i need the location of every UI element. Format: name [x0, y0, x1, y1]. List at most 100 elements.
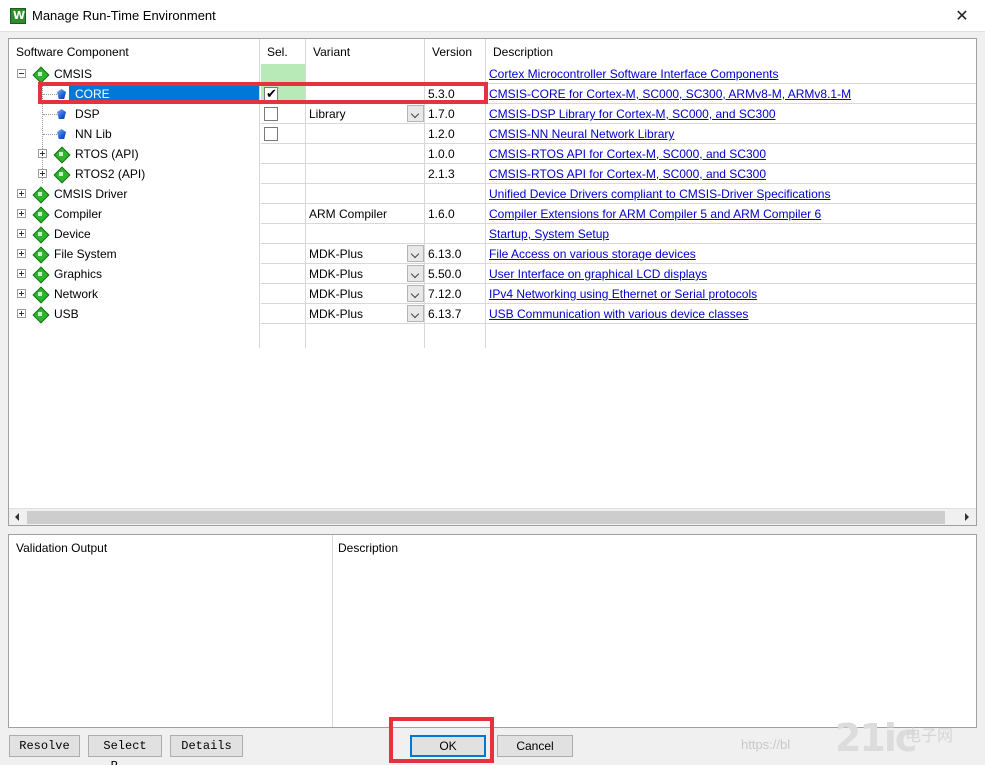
component-name: RTOS (API) — [75, 147, 139, 161]
expand-icon[interactable] — [17, 289, 26, 298]
ok-button[interactable]: OK — [410, 735, 486, 757]
green-diamond-icon — [33, 207, 47, 221]
description-link[interactable]: File Access on various storage devices — [489, 247, 696, 261]
scroll-left-icon[interactable] — [9, 509, 26, 525]
description-link[interactable]: CMSIS-RTOS API for Cortex-M, SC000, and … — [489, 147, 766, 161]
description-cell[interactable]: IPv4 Networking using Ethernet or Serial… — [486, 284, 976, 304]
description-cell[interactable]: Cortex Microcontroller Software Interfac… — [486, 64, 976, 84]
variant-dropdown[interactable]: MDK-Plus — [306, 264, 424, 284]
tree-row-rtos2-api[interactable]: RTOS2 (API) 2.1.3 CMSIS-RTOS API for Cor… — [9, 164, 976, 184]
close-button[interactable]: ✕ — [939, 0, 985, 32]
column-header-variant[interactable]: Variant — [306, 39, 424, 63]
tree-row-dsp[interactable]: DSP Library 1.7.0 CMSIS-DSP Library for … — [9, 104, 976, 124]
variant-value: MDK-Plus — [309, 287, 364, 301]
sel-cell — [261, 284, 305, 304]
description-cell[interactable]: Compiler Extensions for ARM Compiler 5 a… — [486, 204, 976, 224]
version-cell: 2.1.3 — [425, 164, 485, 184]
variant-dropdown[interactable]: MDK-Plus — [306, 304, 424, 324]
sel-cell — [261, 184, 305, 204]
tree-row-network[interactable]: Network MDK-Plus 7.12.0 IPv4 Networking … — [9, 284, 976, 304]
resolve-button[interactable]: Resolve — [9, 735, 80, 757]
expand-icon[interactable] — [38, 149, 47, 158]
variant-dropdown[interactable]: MDK-Plus — [306, 284, 424, 304]
description-link[interactable]: USB Communication with various device cl… — [489, 307, 748, 321]
description-cell[interactable]: CMSIS-NN Neural Network Library — [486, 124, 976, 144]
description-link[interactable]: CMSIS-CORE for Cortex-M, SC000, SC300, A… — [489, 87, 851, 101]
collapse-icon[interactable] — [17, 69, 26, 78]
tree-row-file-system[interactable]: File System MDK-Plus 6.13.0 File Access … — [9, 244, 976, 264]
component-name: USB — [54, 307, 79, 321]
tree-row-usb[interactable]: USB MDK-Plus 6.13.7 USB Communication wi… — [9, 304, 976, 324]
select-checkbox[interactable] — [264, 107, 278, 121]
sel-cell[interactable] — [261, 84, 305, 104]
scroll-right-icon[interactable] — [959, 509, 976, 525]
sel-cell — [261, 224, 305, 244]
horizontal-scrollbar[interactable] — [9, 508, 976, 525]
description-link[interactable]: CMSIS-NN Neural Network Library — [489, 127, 674, 141]
column-header-sel[interactable]: Sel. — [260, 39, 305, 63]
expand-icon[interactable] — [38, 169, 47, 178]
sel-cell[interactable] — [261, 124, 305, 144]
watermark-cn: 电子网 — [905, 726, 954, 745]
description-cell[interactable]: CMSIS-RTOS API for Cortex-M, SC000, and … — [486, 144, 976, 164]
column-header-version[interactable]: Version — [425, 39, 485, 63]
description-link[interactable]: Compiler Extensions for ARM Compiler 5 a… — [489, 207, 821, 221]
description-cell[interactable]: USB Communication with various device cl… — [486, 304, 976, 324]
tree-row-device[interactable]: Device Startup, System Setup — [9, 224, 976, 244]
expand-icon[interactable] — [17, 229, 26, 238]
component-name: CMSIS — [54, 67, 93, 81]
column-header-description[interactable]: Description — [486, 39, 976, 63]
expand-icon[interactable] — [17, 189, 26, 198]
component-name: Device — [54, 227, 91, 241]
chevron-down-icon[interactable] — [407, 245, 424, 262]
variant-dropdown[interactable]: MDK-Plus — [306, 244, 424, 264]
description-cell[interactable]: User Interface on graphical LCD displays — [486, 264, 976, 284]
details-button[interactable]: Details — [170, 735, 243, 757]
chevron-down-icon[interactable] — [407, 105, 424, 122]
description-cell[interactable]: File Access on various storage devices — [486, 244, 976, 264]
description-link[interactable]: Unified Device Drivers compliant to CMSI… — [489, 187, 830, 201]
expand-icon[interactable] — [17, 249, 26, 258]
variant-dropdown[interactable]: Library — [306, 104, 424, 124]
select-checkbox[interactable] — [264, 127, 278, 141]
description-link[interactable]: CMSIS-DSP Library for Cortex-M, SC000, a… — [489, 107, 776, 121]
tree-row-cmsis-driver[interactable]: CMSIS Driver Unified Device Drivers comp… — [9, 184, 976, 204]
tree-row-nn-lib[interactable]: NN Lib 1.2.0 CMSIS-NN Neural Network Lib… — [9, 124, 976, 144]
watermark-logo: 21ic — [835, 716, 917, 760]
green-diamond-icon — [33, 307, 47, 321]
description-cell[interactable]: CMSIS-DSP Library for Cortex-M, SC000, a… — [486, 104, 976, 124]
sel-cell — [261, 264, 305, 284]
description-link[interactable]: Cortex Microcontroller Software Interfac… — [489, 67, 778, 81]
chevron-down-icon[interactable] — [407, 305, 424, 322]
version-cell: 6.13.7 — [425, 304, 485, 324]
description-cell[interactable]: CMSIS-RTOS API for Cortex-M, SC000, and … — [486, 164, 976, 184]
sel-cell[interactable] — [261, 104, 305, 124]
select-checkbox[interactable] — [264, 85, 278, 103]
component-name: CMSIS Driver — [54, 187, 128, 201]
description-link[interactable]: User Interface on graphical LCD displays — [489, 267, 707, 281]
description-link[interactable]: Startup, System Setup — [489, 227, 609, 241]
tree-row-graphics[interactable]: Graphics MDK-Plus 5.50.0 User Interface … — [9, 264, 976, 284]
tree-row-core[interactable]: CORE 5.3.0 CMSIS-CORE for Cortex-M, SC00… — [9, 84, 976, 104]
expand-icon[interactable] — [17, 209, 26, 218]
select-packs-button[interactable]: Select P... — [88, 735, 162, 765]
tree-row-compiler[interactable]: Compiler ARM Compiler 1.6.0 Compiler Ext… — [9, 204, 976, 224]
expand-icon[interactable] — [17, 309, 26, 318]
description-link[interactable]: CMSIS-RTOS API for Cortex-M, SC000, and … — [489, 167, 766, 181]
chevron-down-icon[interactable] — [407, 265, 424, 282]
column-header-component[interactable]: Software Component — [9, 39, 259, 63]
description-cell[interactable]: CMSIS-CORE for Cortex-M, SC000, SC300, A… — [486, 84, 976, 104]
tree-row-rtos-api[interactable]: RTOS (API) 1.0.0 CMSIS-RTOS API for Cort… — [9, 144, 976, 164]
description-cell[interactable]: Unified Device Drivers compliant to CMSI… — [486, 184, 976, 204]
scroll-thumb[interactable] — [27, 511, 945, 524]
expand-icon[interactable] — [17, 269, 26, 278]
tree-row-cmsis[interactable]: CMSIS Cortex Microcontroller Software In… — [9, 64, 976, 84]
version-cell: 5.50.0 — [425, 264, 485, 284]
description-link[interactable]: IPv4 Networking using Ethernet or Serial… — [489, 287, 757, 301]
sel-cell — [261, 244, 305, 264]
description-cell[interactable]: Startup, System Setup — [486, 224, 976, 244]
validation-panel: Validation Output Description — [8, 534, 977, 728]
component-name: Graphics — [54, 267, 103, 281]
cancel-button[interactable]: Cancel — [497, 735, 573, 757]
chevron-down-icon[interactable] — [407, 285, 424, 302]
